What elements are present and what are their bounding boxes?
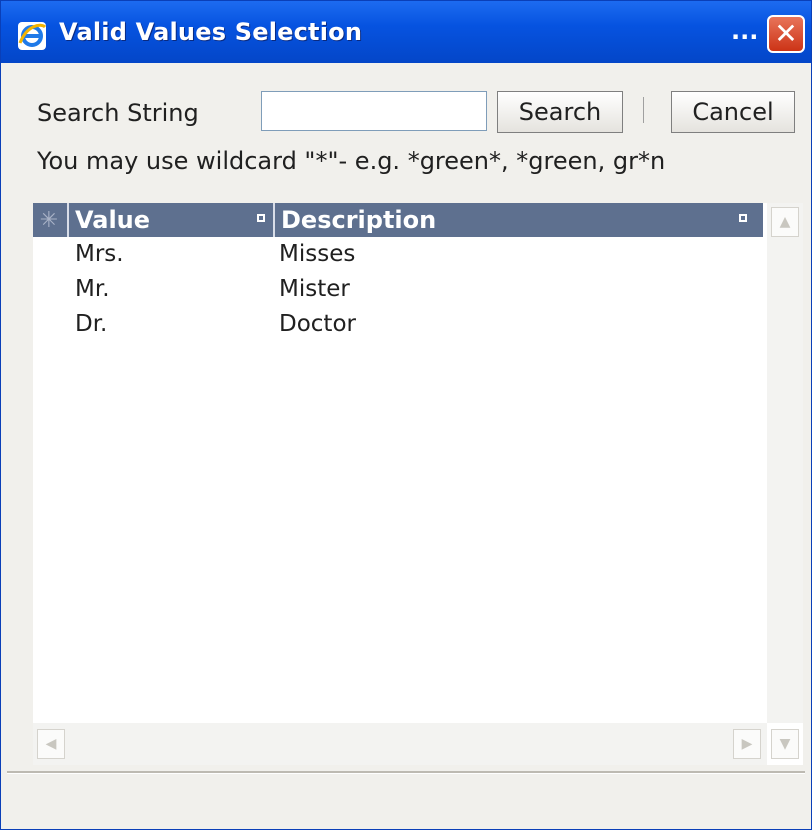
title-ellipsis: ... xyxy=(731,17,759,45)
close-icon: ✕ xyxy=(774,17,798,50)
column-header-description-label: Description xyxy=(281,206,437,234)
column-header-value-label: Value xyxy=(75,206,151,234)
wildcard-hint: You may use wildcard "*"- e.g. *green*, … xyxy=(37,147,666,175)
search-button[interactable]: Search xyxy=(497,91,623,133)
scroll-left-icon[interactable]: ◀ xyxy=(37,729,65,759)
search-label: Search String xyxy=(37,99,199,127)
table-body: Mrs. Misses Mr. Mister Dr. Doctor xyxy=(33,241,763,346)
table-row[interactable]: Mrs. Misses xyxy=(33,241,763,276)
column-menu-icon[interactable] xyxy=(739,214,747,222)
table-header: ✳ Value Description xyxy=(33,203,763,237)
cancel-button-label: Cancel xyxy=(692,98,774,126)
table-row[interactable]: Dr. Doctor xyxy=(33,311,763,346)
cell-description: Mister xyxy=(279,276,350,302)
cell-value: Dr. xyxy=(75,311,108,337)
scroll-right-icon[interactable]: ▶ xyxy=(733,729,761,759)
column-header-description[interactable]: Description xyxy=(273,203,763,237)
vertical-scrollbar[interactable]: ▲ xyxy=(767,203,803,723)
horizontal-scrollbar[interactable]: ◀ ▶ ▼ xyxy=(33,723,799,765)
cell-description: Doctor xyxy=(279,311,356,337)
scroll-down-icon[interactable]: ▼ xyxy=(771,729,799,759)
scroll-up-icon[interactable]: ▲ xyxy=(771,207,799,237)
column-menu-icon[interactable] xyxy=(257,214,265,222)
window-title: Valid Values Selection xyxy=(59,18,363,46)
select-all-icon[interactable]: ✳ xyxy=(33,203,65,237)
valid-values-dialog: Valid Values Selection ... ✕ Search Stri… xyxy=(0,0,812,830)
toolbar-separator xyxy=(643,97,644,123)
column-header-value[interactable]: Value xyxy=(67,203,271,237)
search-input[interactable] xyxy=(261,91,487,131)
cell-value: Mr. xyxy=(75,276,110,302)
cell-description: Misses xyxy=(279,241,356,267)
values-table: ✳ Value Description Mrs. Misses Mr. Mist xyxy=(33,203,803,765)
title-bar[interactable]: Valid Values Selection ... ✕ xyxy=(1,1,811,63)
cancel-button[interactable]: Cancel xyxy=(671,91,795,133)
internet-explorer-icon xyxy=(18,22,47,50)
search-button-label: Search xyxy=(518,98,602,126)
footer-divider xyxy=(7,771,805,774)
close-button[interactable]: ✕ xyxy=(767,15,805,53)
dialog-body: Search String Search Cancel You may use … xyxy=(7,63,805,829)
table-row[interactable]: Mr. Mister xyxy=(33,276,763,311)
cell-value: Mrs. xyxy=(75,241,124,267)
